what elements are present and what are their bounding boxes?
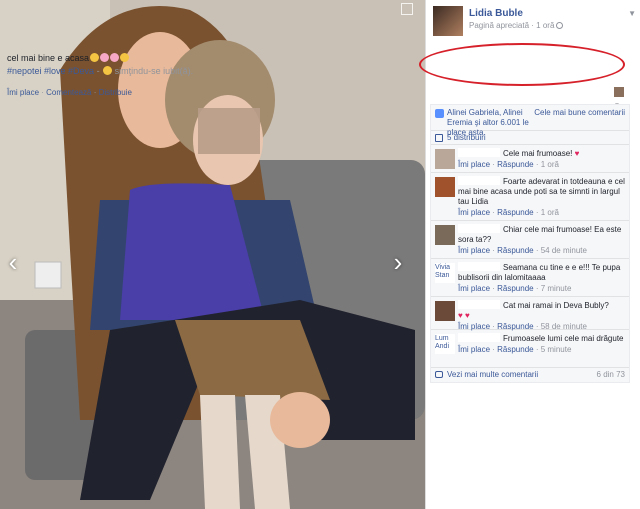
mini-avatar xyxy=(614,87,624,97)
comment-time[interactable]: 1 oră xyxy=(541,160,559,169)
comment-time[interactable]: 7 minute xyxy=(541,284,572,293)
heart-icons: ♥ ♥ xyxy=(458,311,470,320)
comment-reply-button[interactable]: Răspunde xyxy=(497,284,533,293)
comment-item: Foarte adevarat in totdeauna e cel mai b… xyxy=(431,173,629,221)
comment-like-button[interactable]: Îmi place xyxy=(458,345,490,354)
comment-like-button[interactable]: Îmi place xyxy=(458,246,490,255)
comment-like-button[interactable]: Îmi place xyxy=(458,208,490,217)
comment-item: Lum Andi Frumoasele lumi cele mai drăgut… xyxy=(431,330,629,368)
commenter-name-redacted xyxy=(458,333,500,342)
feeling-icon xyxy=(103,66,113,75)
page-avatar[interactable] xyxy=(433,6,463,36)
comment-item: Vivia Stan Seamana cu tine e e e!!! Te p… xyxy=(431,259,629,297)
comments-box: Alinei Gabriela, Alinei Eremia şi altor … xyxy=(430,104,630,383)
heart-icon xyxy=(110,53,120,62)
like-button[interactable]: Îmi place xyxy=(7,88,39,97)
fullscreen-icon[interactable] xyxy=(401,3,413,15)
sort-comments-dropdown[interactable]: Cele mai bune comentarii xyxy=(534,108,625,118)
post-message: cel mai bine e acasa xyxy=(7,53,90,63)
comment-time[interactable]: 1 oră xyxy=(541,208,559,217)
post-header: Lidia Buble Pagină apreciată · 1 oră ▼ xyxy=(433,6,638,36)
comment-text: Frumoasele lumi cele mai drăgute xyxy=(503,334,624,343)
shares-row[interactable]: 5 distribuiri xyxy=(431,131,629,145)
comment-time[interactable]: 5 minute xyxy=(541,345,572,354)
shares-count[interactable]: 5 distribuiri xyxy=(447,133,486,142)
comment-reply-button[interactable]: Răspunde xyxy=(497,246,533,255)
commenter-name-partial[interactable]: Lum Andi xyxy=(435,334,455,354)
commenter-avatar[interactable] xyxy=(435,301,455,321)
heart-icon: ♥ xyxy=(574,149,580,158)
comment-item: Cat mai ramai in Deva Bubly? ♥ ♥ Îmi pla… xyxy=(431,297,629,331)
post-actions: Îmi place · Comentează · Distribuie xyxy=(7,88,132,97)
comment-time[interactable]: 54 de minute xyxy=(541,246,587,255)
globe-icon xyxy=(556,22,564,29)
smiley-icon xyxy=(90,53,100,62)
share-button[interactable]: Distribuie xyxy=(99,88,132,97)
more-comments-row: Vezi mai multe comentarii 6 din 73 xyxy=(431,368,629,382)
commenter-name-redacted xyxy=(458,148,500,157)
commenter-avatar[interactable] xyxy=(435,225,455,245)
commenter-name-redacted xyxy=(458,300,500,309)
post-meta-text: Pagină apreciată · 1 oră xyxy=(469,21,555,30)
comment-like-button[interactable]: Îmi place xyxy=(458,160,490,169)
comments-count: 6 din 73 xyxy=(596,370,625,379)
comment-like-button[interactable]: Îmi place xyxy=(458,284,490,293)
comment-reply-button[interactable]: Răspunde xyxy=(497,208,533,217)
heart-icon xyxy=(100,53,110,62)
previous-photo-button[interactable]: ‹ xyxy=(3,247,23,277)
commenter-avatar[interactable] xyxy=(435,177,455,197)
thumbs-up-icon xyxy=(435,109,444,118)
commenter-name-redacted xyxy=(458,262,500,271)
likes-summary: Alinei Gabriela, Alinei Eremia şi altor … xyxy=(431,105,629,137)
comment-text: Cele mai frumoase! xyxy=(503,149,573,158)
commenter-avatar[interactable] xyxy=(435,149,455,169)
view-more-comments-link[interactable]: Vezi mai multe comentarii xyxy=(447,370,538,379)
comment-reply-button[interactable]: Răspunde xyxy=(497,160,533,169)
comment-bubble-icon xyxy=(435,371,443,378)
commenter-name-redacted xyxy=(458,224,500,233)
share-icon xyxy=(435,134,443,142)
hashtag-links[interactable]: #nepotei #love #Deva xyxy=(7,66,94,76)
post-meta: Pagină apreciată · 1 oră xyxy=(469,21,564,30)
page-name-link[interactable]: Lidia Buble xyxy=(469,8,523,19)
chevron-down-icon[interactable]: ▼ xyxy=(628,9,636,18)
comment-reply-button[interactable]: Răspunde xyxy=(497,345,533,354)
comment-text: Cat mai ramai in Deva Bubly? xyxy=(503,301,609,310)
post-text: cel mai bine e acasa #nepotei #love #Dev… xyxy=(7,53,194,76)
next-photo-button[interactable]: › xyxy=(388,247,408,277)
smiley-icon xyxy=(120,53,130,62)
feeling-text: simţindu-se iubit(ă). xyxy=(114,66,194,76)
commenter-name-redacted xyxy=(458,176,500,185)
post-as-selector[interactable]: ▼ xyxy=(614,87,632,109)
comment-item: Cele mai frumoase! ♥ Îmi place · Răspund… xyxy=(431,145,629,173)
comment-item: Chiar cele mai frumoase! Ea este sora ta… xyxy=(431,221,629,259)
comment-button[interactable]: Comentează xyxy=(46,88,91,97)
commenter-name-partial[interactable]: Vivia Stan xyxy=(435,263,455,283)
